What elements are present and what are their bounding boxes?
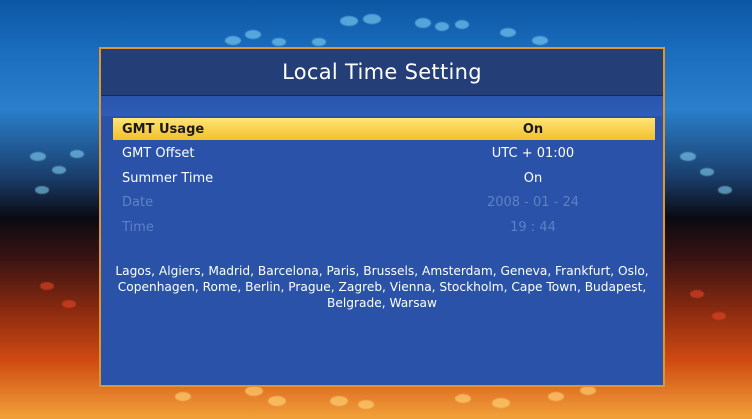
background-dot <box>435 22 449 31</box>
background-dot <box>358 400 374 409</box>
setting-row-date: Date 2008 - 01 - 24 <box>113 192 655 214</box>
setting-row-time: Time 19 : 44 <box>113 216 655 238</box>
background-dot <box>580 386 596 395</box>
title-bar: Local Time Setting <box>101 49 663 96</box>
background-dot <box>492 398 510 408</box>
local-time-setting-panel: Local Time Setting GMT Usage On GMT Offs… <box>99 47 665 387</box>
background-dot <box>40 282 54 290</box>
background-dot <box>312 38 326 46</box>
background-dot <box>680 152 696 161</box>
timezone-cities-text: Lagos, Algiers, Madrid, Barcelona, Paris… <box>115 264 649 310</box>
panel-divider <box>101 96 663 116</box>
setting-row-summer-time[interactable]: Summer Time On <box>113 167 655 189</box>
background-dot <box>455 394 471 403</box>
background-dot <box>272 38 286 46</box>
background-dot <box>340 16 358 26</box>
tv-screen: Local Time Setting GMT Usage On GMT Offs… <box>0 0 752 419</box>
background-dot <box>70 150 84 158</box>
setting-value: On <box>523 170 543 186</box>
background-dot <box>700 168 714 176</box>
setting-value: 19 : 44 <box>510 219 556 235</box>
background-dot <box>548 392 564 401</box>
setting-value: UTC + 01:00 <box>491 146 575 161</box>
background-dot <box>30 152 46 161</box>
setting-value: 2008 - 01 - 24 <box>486 195 580 210</box>
setting-label: Date <box>122 195 154 210</box>
setting-row-gmt-usage[interactable]: GMT Usage On <box>113 118 655 140</box>
background-dot <box>712 312 726 320</box>
background-dot <box>532 36 548 45</box>
page-title: Local Time Setting <box>282 60 482 84</box>
background-dot <box>690 290 704 298</box>
setting-label: Time <box>122 219 154 235</box>
background-dot <box>415 18 431 28</box>
setting-label: GMT Usage <box>122 121 205 137</box>
background-dot <box>52 166 66 174</box>
settings-list: GMT Usage On GMT Offset UTC + 01:00 Summ… <box>113 118 655 241</box>
background-dot <box>245 30 261 39</box>
background-dot <box>718 186 732 194</box>
background-dot <box>363 14 381 24</box>
background-dot <box>500 28 516 37</box>
background-dot <box>175 392 191 401</box>
background-dot <box>225 36 241 45</box>
setting-value: On <box>522 121 544 137</box>
setting-label: GMT Offset <box>122 146 195 161</box>
background-dot <box>35 186 49 194</box>
background-dot <box>330 396 348 406</box>
setting-row-gmt-offset[interactable]: GMT Offset UTC + 01:00 <box>113 143 655 165</box>
setting-label: Summer Time <box>122 170 214 186</box>
background-dot <box>268 396 286 406</box>
background-dot <box>62 300 76 308</box>
background-dot <box>455 20 469 29</box>
background-dot <box>245 386 263 396</box>
